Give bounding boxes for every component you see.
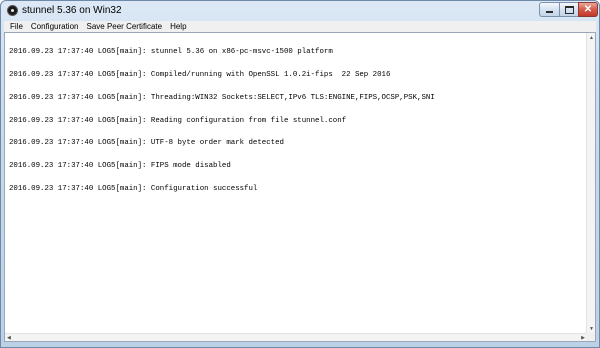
log-line: 2016.09.23 17:37:40 LOG5[main]: Compiled… (9, 70, 391, 79)
log-line: 2016.09.23 17:37:40 LOG5[main]: UTF-8 by… (9, 139, 284, 148)
log-text: 2016.09.23 17:37:40 LOG5[main]: stunnel … (9, 34, 435, 209)
log-line: 2016.09.23 17:37:40 LOG5[main]: stunnel … (9, 48, 333, 57)
app-window: stunnel 5.36 on Win32 ✕ File Configurati… (0, 0, 600, 348)
scroll-right-icon[interactable]: ▶ (581, 335, 585, 341)
minimize-button[interactable] (539, 2, 559, 17)
log-line: 2016.09.23 17:37:40 LOG5[main]: Reading … (9, 116, 347, 125)
scroll-up-icon[interactable]: ▲ (589, 35, 594, 41)
scrollbar-corner (586, 333, 595, 341)
stunnel-app-icon[interactable] (7, 5, 18, 16)
log-area[interactable]: 2016.09.23 17:37:40 LOG5[main]: stunnel … (4, 32, 596, 342)
vertical-scrollbar[interactable]: ▲ ▼ (586, 33, 595, 333)
menu-file[interactable]: File (4, 21, 27, 32)
menu-configuration[interactable]: Configuration (27, 21, 83, 32)
horizontal-scrollbar[interactable]: ◀ ▶ (5, 333, 587, 341)
window-title: stunnel 5.36 on Win32 (22, 5, 122, 16)
minimize-icon (546, 11, 553, 13)
close-button[interactable]: ✕ (578, 2, 598, 17)
maximize-button[interactable] (559, 2, 578, 17)
log-line: 2016.09.23 17:37:40 LOG5[main]: Threadin… (9, 93, 435, 102)
menu-save-peer-certificate[interactable]: Save Peer Certificate (82, 21, 166, 32)
maximize-icon (564, 5, 574, 14)
menu-bar: File Configuration Save Peer Certificate… (4, 21, 596, 32)
close-icon: ✕ (583, 3, 593, 15)
log-line: 2016.09.23 17:37:40 LOG5[main]: FIPS mod… (9, 162, 231, 171)
title-bar[interactable]: stunnel 5.36 on Win32 ✕ (1, 1, 599, 21)
scroll-down-icon[interactable]: ▼ (589, 326, 594, 332)
log-line: 2016.09.23 17:37:40 LOG5[main]: Configur… (9, 184, 258, 193)
scroll-left-icon[interactable]: ◀ (7, 335, 11, 341)
menu-help[interactable]: Help (166, 21, 190, 32)
